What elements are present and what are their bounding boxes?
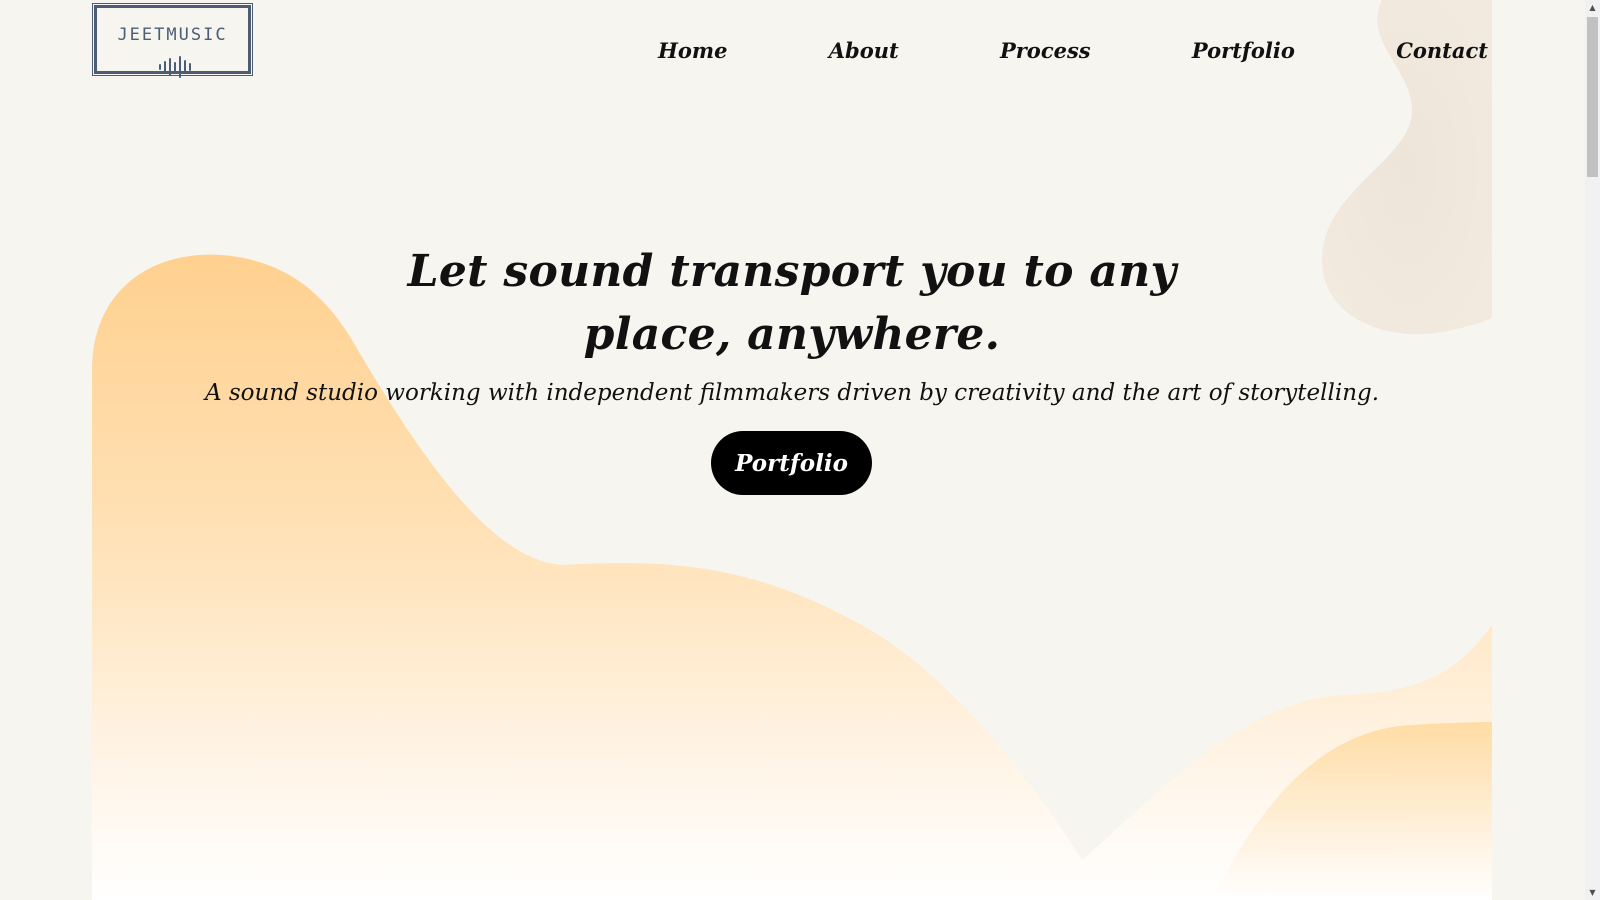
nav-item-about[interactable]: About xyxy=(829,38,899,63)
nav-item-contact[interactable]: Contact xyxy=(1396,38,1488,63)
site-logo[interactable]: JEETMUSIC xyxy=(92,3,253,78)
hero-section: Let sound transport you to any place, an… xyxy=(92,240,1492,406)
hero-title-text: Let sound transport you to any place, an… xyxy=(407,246,1177,360)
scroll-up-arrow-icon[interactable]: ▲ xyxy=(1585,0,1600,15)
vertical-scrollbar[interactable]: ▲ ▼ xyxy=(1585,0,1600,900)
scroll-down-arrow-icon[interactable]: ▼ xyxy=(1585,885,1600,900)
logo-text: JEETMUSIC xyxy=(117,25,228,45)
scroll-thumb[interactable] xyxy=(1587,17,1598,177)
hero-title: Let sound transport you to any place, an… xyxy=(92,240,1492,366)
portfolio-button[interactable]: Portfolio xyxy=(711,431,872,495)
sound-wave-icon xyxy=(159,56,191,78)
page: JEETMUSIC Home About Process Portfolio C… xyxy=(0,0,1585,900)
hero-subtitle: A sound studio working with independent … xyxy=(204,380,1380,406)
nav-item-portfolio[interactable]: Portfolio xyxy=(1192,38,1295,63)
main-nav: Home About Process Portfolio Contact xyxy=(658,33,1488,67)
nav-item-home[interactable]: Home xyxy=(658,38,727,63)
nav-item-process[interactable]: Process xyxy=(1000,38,1091,63)
